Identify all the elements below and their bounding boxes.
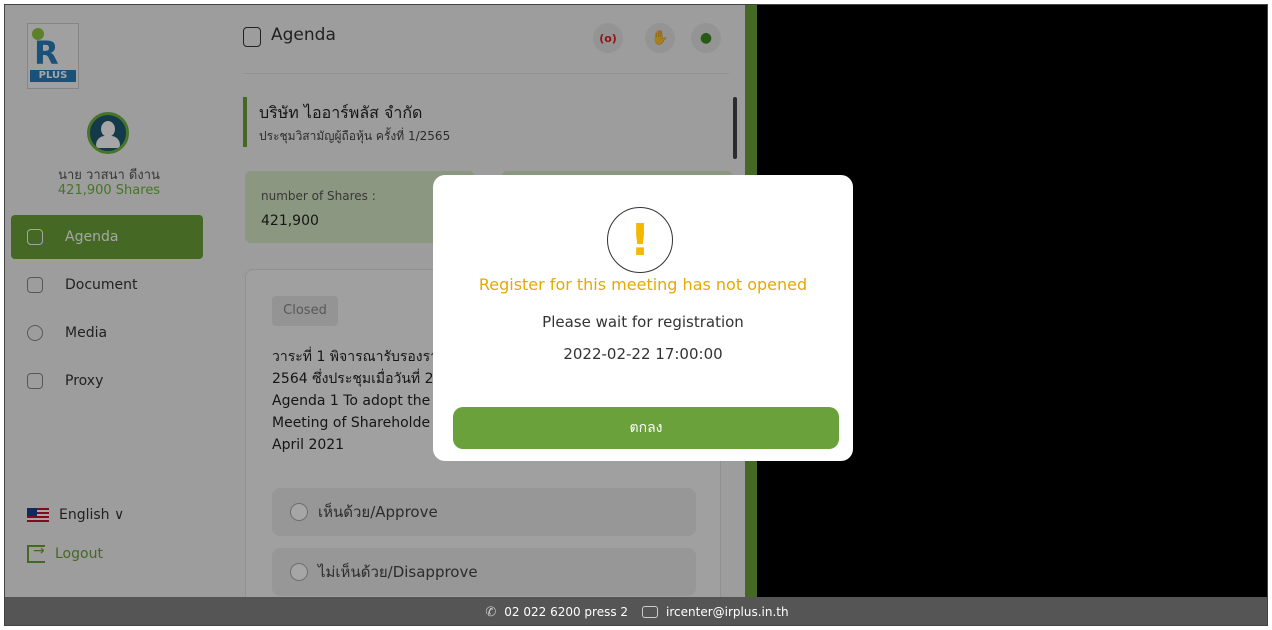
footer-phone: 02 022 6200 press 2 — [504, 605, 629, 619]
modal-datetime: 2022-02-22 17:00:00 — [563, 345, 723, 363]
footer-email[interactable]: ircenter@irplus.in.th — [666, 605, 789, 619]
footer: ✆ 02 022 6200 press 2 ircenter@irplus.in… — [5, 597, 1267, 625]
modal-title: Register for this meeting has not opened — [478, 275, 808, 294]
warning-icon: ! — [607, 207, 673, 273]
registration-modal: ! Register for this meeting has not open… — [433, 175, 853, 461]
modal-message: Please wait for registration — [542, 313, 744, 331]
phone-icon: ✆ — [485, 604, 497, 620]
mail-icon — [642, 606, 659, 618]
app-frame: R PLUS นาย วาสนา ดีงาน 421,900 Shares Ag… — [4, 4, 1268, 626]
ok-button[interactable]: ตกลง — [453, 407, 839, 449]
